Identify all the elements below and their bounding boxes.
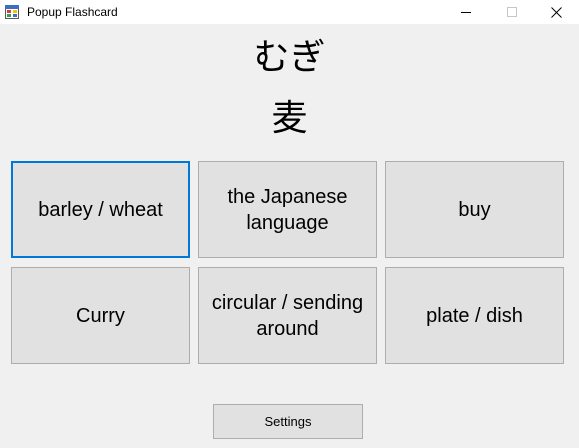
settings-button[interactable]: Settings: [213, 404, 363, 439]
answer-button-2[interactable]: the Japanese language: [198, 161, 377, 258]
window-title: Popup Flashcard: [27, 5, 118, 19]
app-window: Popup Flashcard むぎ 麦 barley / wheat the …: [0, 0, 579, 448]
minimize-icon: [461, 12, 471, 13]
answer-button-3[interactable]: buy: [385, 161, 564, 258]
close-icon: [550, 6, 562, 18]
maximize-button[interactable]: [489, 0, 535, 24]
maximize-icon: [507, 7, 517, 17]
minimize-button[interactable]: [443, 0, 489, 24]
answer-button-1[interactable]: barley / wheat: [11, 161, 190, 258]
answer-button-6[interactable]: plate / dish: [385, 267, 564, 364]
close-button[interactable]: [533, 0, 579, 24]
card-reading: むぎ: [253, 37, 326, 78]
answer-button-5[interactable]: circular / sending around: [198, 267, 377, 364]
app-window-icon: [5, 5, 19, 19]
title-bar[interactable]: Popup Flashcard: [0, 0, 579, 24]
card-kanji: 麦: [271, 98, 308, 139]
answer-button-4[interactable]: Curry: [11, 267, 190, 364]
